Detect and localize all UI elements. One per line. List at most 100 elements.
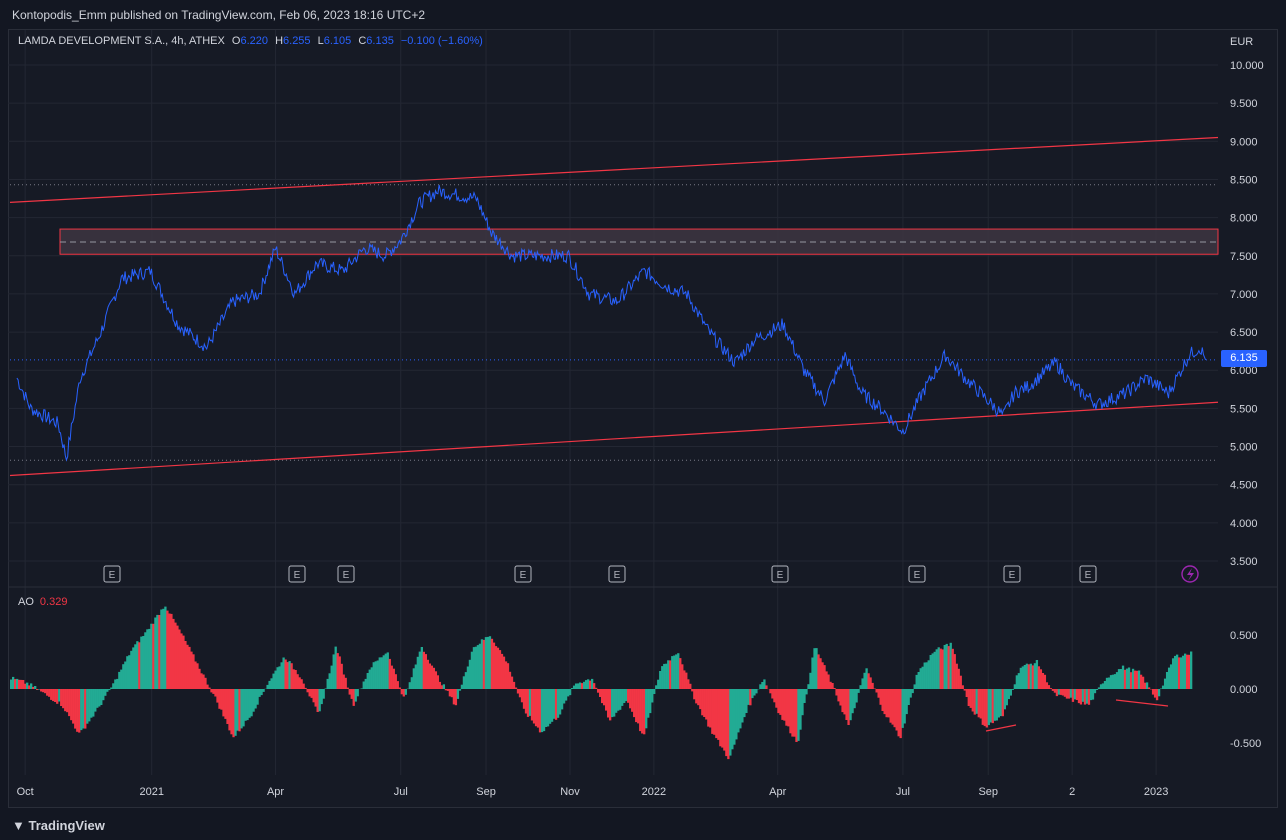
ao-bar	[997, 689, 1000, 718]
ao-bar	[482, 639, 486, 689]
x-tick-label: Nov	[560, 786, 580, 798]
ao-bar	[1129, 672, 1133, 689]
ao-bar	[851, 689, 854, 714]
ao-bar	[731, 689, 734, 750]
ao-bar	[252, 689, 255, 712]
ao-bar	[44, 689, 47, 694]
ao-bar	[550, 689, 554, 722]
ao-bar	[72, 689, 75, 724]
ao-bar	[86, 689, 89, 724]
ao-bar	[807, 684, 810, 689]
ao-bar	[594, 687, 598, 689]
ao-bar	[200, 673, 203, 689]
ao-bar	[484, 637, 488, 689]
ao-bar	[202, 674, 205, 689]
ao-bar	[667, 660, 670, 689]
ao-bar	[1139, 674, 1143, 689]
ao-bar	[458, 689, 462, 691]
ao-bar	[961, 685, 964, 689]
ao-bar	[546, 689, 550, 727]
ao-bar	[933, 651, 936, 689]
ao-bar	[899, 689, 902, 739]
ao-bar	[977, 689, 980, 718]
ao-bar	[108, 689, 111, 691]
ao-bar	[196, 663, 199, 689]
ao-bar	[330, 665, 333, 689]
ao-bar	[1081, 689, 1085, 702]
ao-bar	[314, 689, 317, 707]
ao-bar	[1153, 689, 1157, 698]
ao-bar	[568, 689, 572, 696]
ao-bar	[198, 668, 201, 689]
ao-bar	[194, 661, 197, 689]
ao-bar	[262, 689, 265, 692]
ao-bar	[42, 689, 45, 693]
ao-bar	[649, 689, 652, 714]
ao-bar	[120, 669, 123, 689]
ao-bar	[1063, 689, 1067, 697]
ao-bar	[609, 689, 612, 721]
ao-bar	[1087, 689, 1091, 705]
ao-bar	[480, 639, 484, 689]
ao-bar	[178, 629, 181, 689]
earnings-marker-label: E	[777, 570, 784, 581]
ao-bar	[599, 689, 602, 697]
tv-logo-icon: ▼	[12, 818, 29, 833]
ao-bar	[190, 651, 193, 689]
ao-bar	[496, 647, 500, 689]
y-tick-label: 7.500	[1230, 251, 1258, 263]
ao-bar	[462, 676, 466, 689]
ao-bar	[1133, 670, 1137, 689]
ao-bar	[1025, 663, 1029, 689]
ao-bar	[685, 672, 688, 689]
ao-bar	[558, 689, 562, 715]
ao-bar	[96, 689, 99, 708]
ao-bar	[514, 687, 518, 689]
ao-bar	[739, 689, 742, 729]
channel-lower-line	[9, 401, 1219, 477]
ao-bar	[106, 689, 109, 692]
ao-divergence-line	[1115, 699, 1169, 707]
ao-bar	[1073, 689, 1077, 700]
ao-bar	[56, 689, 59, 704]
symbol-legend: LAMDA DEVELOPMENT S.A., 4h, ATHEX O6.220…	[18, 35, 483, 47]
ao-bar	[574, 683, 578, 689]
ao-bar	[524, 689, 528, 714]
ao-bar	[452, 689, 456, 705]
ao-bar	[474, 646, 478, 689]
ao-bar	[254, 689, 257, 709]
tradingview-logo[interactable]: ▼ TradingView	[12, 818, 105, 833]
ao-bar	[520, 689, 524, 703]
ao-bar	[144, 632, 147, 689]
ao-bar	[224, 689, 227, 719]
ao-bar	[1183, 653, 1187, 689]
ao-bar	[500, 653, 504, 689]
ao-bar	[1147, 687, 1151, 689]
ao-bar	[633, 689, 636, 718]
ao-bar	[498, 650, 502, 689]
ao-bar	[1179, 657, 1183, 689]
ao-bar	[94, 689, 97, 712]
ao-bar	[773, 689, 776, 703]
ao-bar	[721, 689, 724, 748]
ao-bar	[184, 641, 187, 689]
ao-bar	[605, 689, 608, 711]
ao-bar	[1137, 670, 1141, 689]
ao-bar	[1095, 689, 1099, 690]
y-tick-label: 9.000	[1230, 136, 1258, 148]
ao-bar	[993, 689, 996, 721]
x-tick-label: 2022	[642, 786, 666, 798]
ao-bar	[909, 689, 912, 698]
ao-bar	[582, 681, 586, 689]
ao-bar	[170, 613, 173, 689]
ao-bar	[751, 689, 754, 699]
y-tick-label: 9.500	[1230, 98, 1258, 110]
symbol-name: LAMDA DEVELOPMENT S.A., 4h, ATHEX	[18, 35, 225, 47]
ao-bar	[1105, 677, 1109, 689]
ao-bar	[596, 689, 600, 693]
ao-bar	[218, 689, 221, 709]
ao-bar	[580, 683, 584, 689]
ao-bar	[713, 689, 716, 735]
ao-bar	[601, 689, 604, 704]
ao-bar	[1123, 669, 1127, 689]
